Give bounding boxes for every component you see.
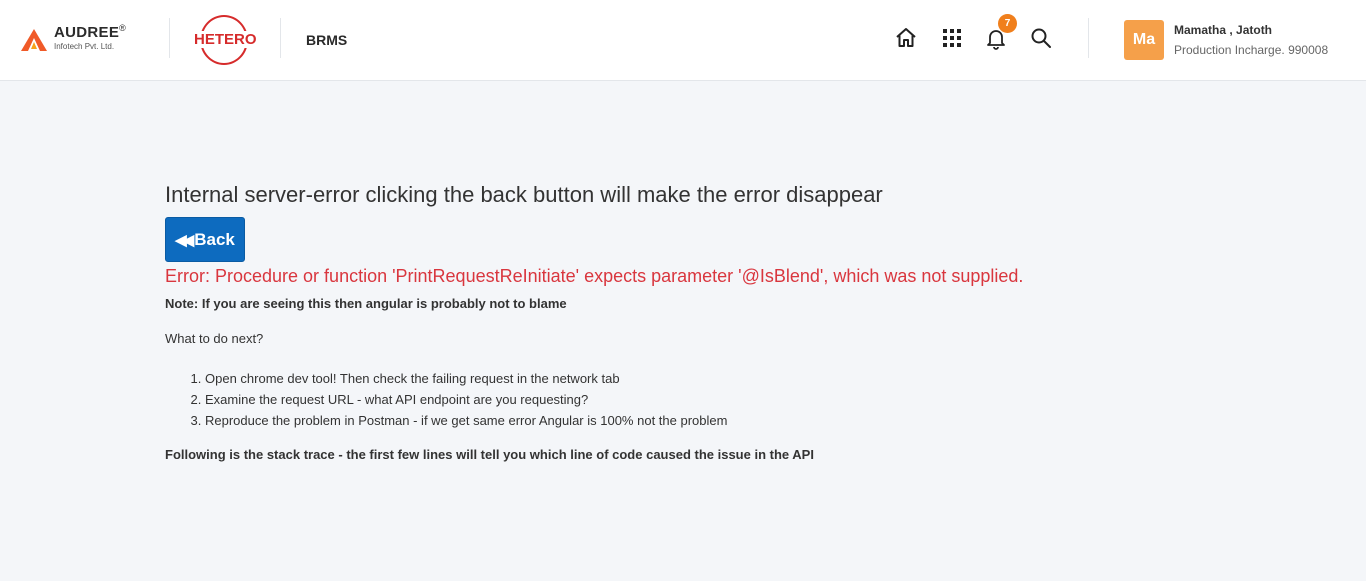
user-name[interactable]: Mamatha , Jatoth [1174, 23, 1272, 37]
next-steps-heading: What to do next? [165, 331, 264, 346]
list-item: Reproduce the problem in Postman - if we… [205, 410, 1165, 431]
page-title: Internal server-error clicking the back … [165, 182, 883, 207]
back-button-label: Back [194, 230, 235, 249]
home-icon[interactable] [894, 26, 918, 50]
client-logo: HETERO [193, 15, 258, 65]
next-steps-list: Open chrome dev tool! Then check the fai… [165, 368, 1165, 431]
stack-trace-heading: Following is the stack trace - the first… [165, 447, 814, 462]
brand-name: AUDREE® [54, 23, 127, 41]
apps-grid-icon[interactable] [940, 26, 964, 50]
brand-tagline: Infotech Pvt. Ltd. [54, 42, 115, 51]
notification-badge: 7 [998, 14, 1017, 33]
list-item: Open chrome dev tool! Then check the fai… [205, 368, 1165, 389]
note-text: Note: If you are seeing this then angula… [165, 296, 567, 311]
client-logo-text: HETERO [193, 31, 258, 48]
app-name: BRMS [306, 32, 348, 48]
search-icon[interactable] [1029, 26, 1053, 50]
error-message: Error: Procedure or function 'PrintReque… [165, 266, 1024, 286]
audree-logo-icon [21, 29, 47, 51]
top-navbar: AUDREE® Infotech Pvt. Ltd. HETERO BRMS 7… [0, 0, 1366, 81]
divider [1088, 18, 1089, 58]
list-item: Examine the request URL - what API endpo… [205, 389, 1165, 410]
divider [169, 18, 170, 58]
audree-logo[interactable]: AUDREE® Infotech Pvt. Ltd. [20, 22, 145, 56]
error-panel: Internal server-error clicking the back … [165, 181, 1165, 462]
divider [280, 18, 281, 58]
double-chevron-left-icon: ◀◀ [175, 232, 194, 249]
user-role: Production Incharge. 990008 [1174, 43, 1329, 57]
avatar[interactable]: Ma [1124, 20, 1164, 60]
back-button[interactable]: ◀◀ Back [165, 217, 245, 262]
